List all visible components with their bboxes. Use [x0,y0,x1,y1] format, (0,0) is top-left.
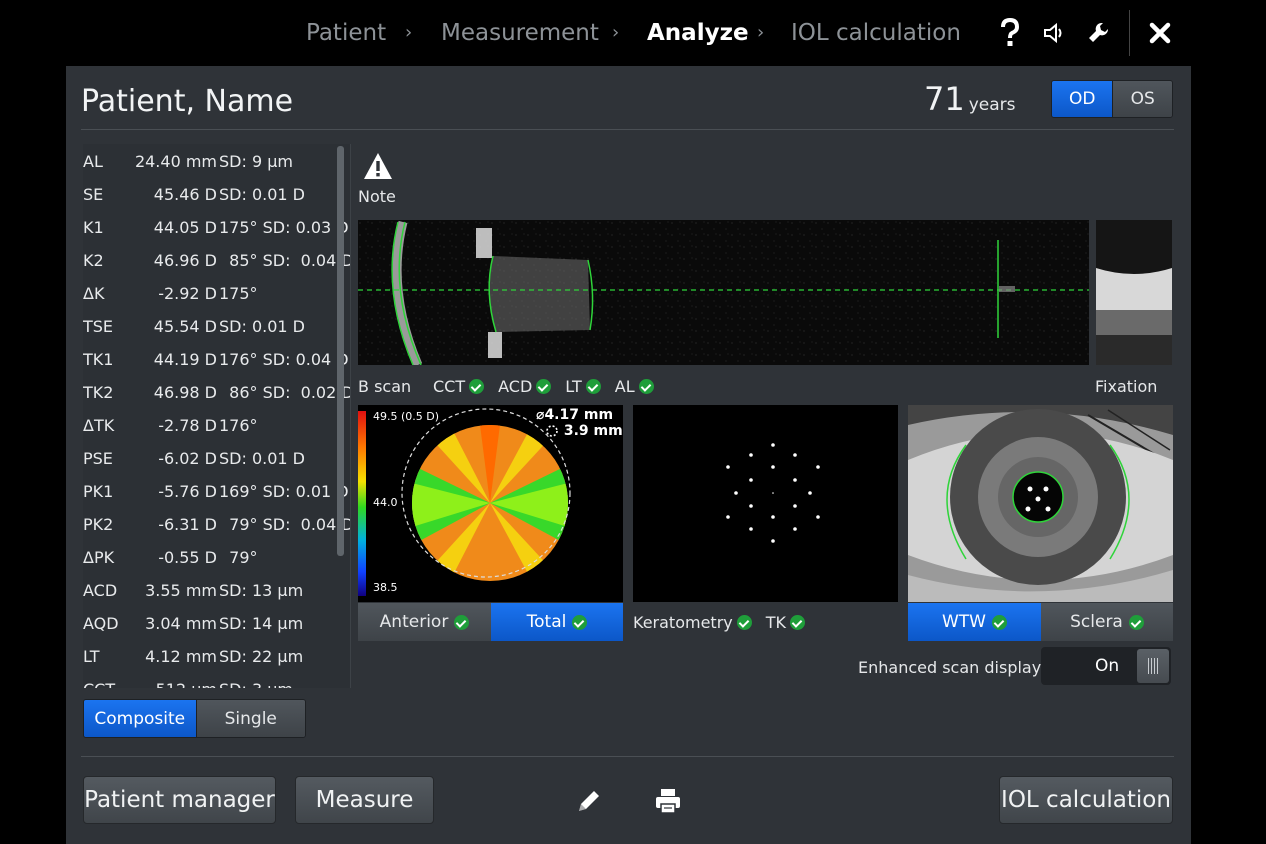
enhanced-scan-toggle[interactable]: On [1041,647,1171,685]
list-divider [350,144,351,688]
tab-anterior[interactable]: Anterior [358,603,491,641]
enhanced-scan-label: Enhanced scan display [858,658,1042,677]
check-icon [736,615,752,630]
help-icon[interactable] [993,14,1027,52]
check-icon [585,379,601,394]
note-label[interactable]: Note [358,187,396,206]
list-item: CCT512 µmSD: 3 µm [83,674,350,688]
tab-label: WTW [941,612,986,632]
list-item: AQD 3.04 mm SD: 14 µm [83,614,304,633]
keratometry-image[interactable] [633,405,898,602]
fixation-label: Fixation [1095,377,1158,396]
wrench-icon[interactable] [1082,14,1116,52]
check-icon [536,379,552,394]
list-item: K1 44.05 D 175° SD: 0.03 D [83,218,349,237]
tab-label: Total [526,612,567,632]
iol-calculation-button[interactable]: IOL calculation [999,776,1173,824]
scale-max-label: 49.5 (0.5 D) [373,410,440,423]
check-icon [638,379,654,394]
patient-name: Patient, Name [81,84,294,119]
nav-crumb-iol-calculation[interactable]: IOL calculation [791,20,961,46]
list-item: TK2 46.98 D 86° SD: 0.02 D [83,383,350,402]
patient-manager-button[interactable]: Patient manager [83,776,276,824]
list-item: SE 45.46 D SD: 0.01 D [83,185,305,204]
analyze-panel: Patient, Name 71 years OD OS AL 24.40 mm SD… [66,66,1191,844]
toggle-state: On [1095,656,1120,676]
list-item: ΔPK -0.55 D 79° [83,548,258,567]
keratometry-checks: Keratometry TK [633,613,805,632]
scale-mid-label: 44.0 [373,496,398,509]
check-label-lt: LT [565,377,582,396]
list-item: LT 4.12 mm SD: 22 µm [83,647,304,666]
check-icon [572,614,588,630]
patient-age: 71 years [924,80,1016,118]
nav-crumb-patient[interactable]: Patient [306,20,386,46]
check-label-cct: CCT [433,377,466,396]
speaker-icon[interactable] [1037,14,1071,52]
bscan-checks: CCT ACD LT AL [433,377,654,396]
diameter-label: ⌀4.17 mm [536,407,614,423]
chevron-right-icon: › [612,22,620,43]
diameter-value-2: 3.9 mm [563,423,623,439]
top-navigation: Patient › Measurement › Analyze › IOL ca… [0,0,1266,66]
tab-label: Sclera [1070,612,1123,632]
list-item: TSE 45.54 D SD: 0.01 D [83,317,305,336]
check-icon [1128,614,1144,630]
list-item: PSE -6.02 D SD: 0.01 D [83,449,305,468]
list-item: PK1 -5.76 D 169° SD: 0.01 D [83,482,349,501]
toggle-handle[interactable] [1137,649,1169,683]
keratometry-label: Keratometry [633,613,733,632]
nav-crumb-measurement[interactable]: Measurement [441,20,599,46]
measurement-list[interactable]: AL 24.40 mm SD: 9 µm SE 45.46 D SD: 0.01 D K… [83,144,350,688]
chevron-right-icon: › [405,22,413,43]
eye-selector: OD OS [1051,80,1173,118]
bscan-label: B scan [358,377,412,396]
close-icon[interactable] [1143,14,1177,52]
tab-total[interactable]: Total [491,603,623,641]
eye-os-button[interactable]: OS [1112,81,1172,117]
list-item: ACD 3.55 mm SD: 13 µm [83,581,304,600]
list-scrollbar[interactable] [337,146,344,556]
eye-image[interactable] [908,405,1173,602]
bscan-image[interactable] [358,220,1089,365]
check-icon [992,614,1007,630]
tab-label: Anterior [379,612,449,632]
tab-wtw[interactable]: WTW [908,603,1041,641]
view-mode-selector: Composite Single [83,699,306,738]
footer-divider [81,756,1174,757]
age-value: 71 [924,80,965,118]
list-item: ΔK -2.92 D 175° [83,284,258,303]
composite-button[interactable]: Composite [84,700,196,737]
check-icon [790,615,805,630]
scale-min-label: 38.5 [373,581,398,594]
divider [1129,10,1130,56]
diameter-label-2: 3.9 mm [545,423,623,439]
tk-label: TK [765,613,786,632]
tab-sclera[interactable]: Sclera [1041,603,1173,641]
list-item: AL 24.40 mm SD: 9 µm [83,152,293,171]
measure-button[interactable]: Measure [295,776,434,824]
warning-icon[interactable] [363,152,393,180]
pencil-icon[interactable] [574,786,604,816]
eye-od-button[interactable]: OD [1052,81,1113,117]
check-icon [469,379,485,394]
list-item: ΔTK -2.78 D 176° [83,416,258,435]
fixation-image[interactable] [1096,220,1172,365]
check-icon [454,614,470,630]
nav-crumb-analyze[interactable]: Analyze [647,20,749,46]
dotted-circle-icon [546,425,558,437]
list-item: TK1 44.19 D 176° SD: 0.04 D [83,350,349,369]
single-button[interactable]: Single [195,700,305,737]
chevron-right-icon: › [757,22,765,43]
list-item: K2 46.96 D 85° SD: 0.04 D [83,251,350,270]
header-divider [81,129,1174,130]
list-item: PK2 -6.31 D 79° SD: 0.04 D [83,515,350,534]
check-label-acd: ACD [498,377,533,396]
check-label-al: AL [614,377,635,396]
printer-icon[interactable] [653,786,683,816]
diameter-value: 4.17 mm [544,407,614,423]
age-unit: years [968,95,1016,115]
